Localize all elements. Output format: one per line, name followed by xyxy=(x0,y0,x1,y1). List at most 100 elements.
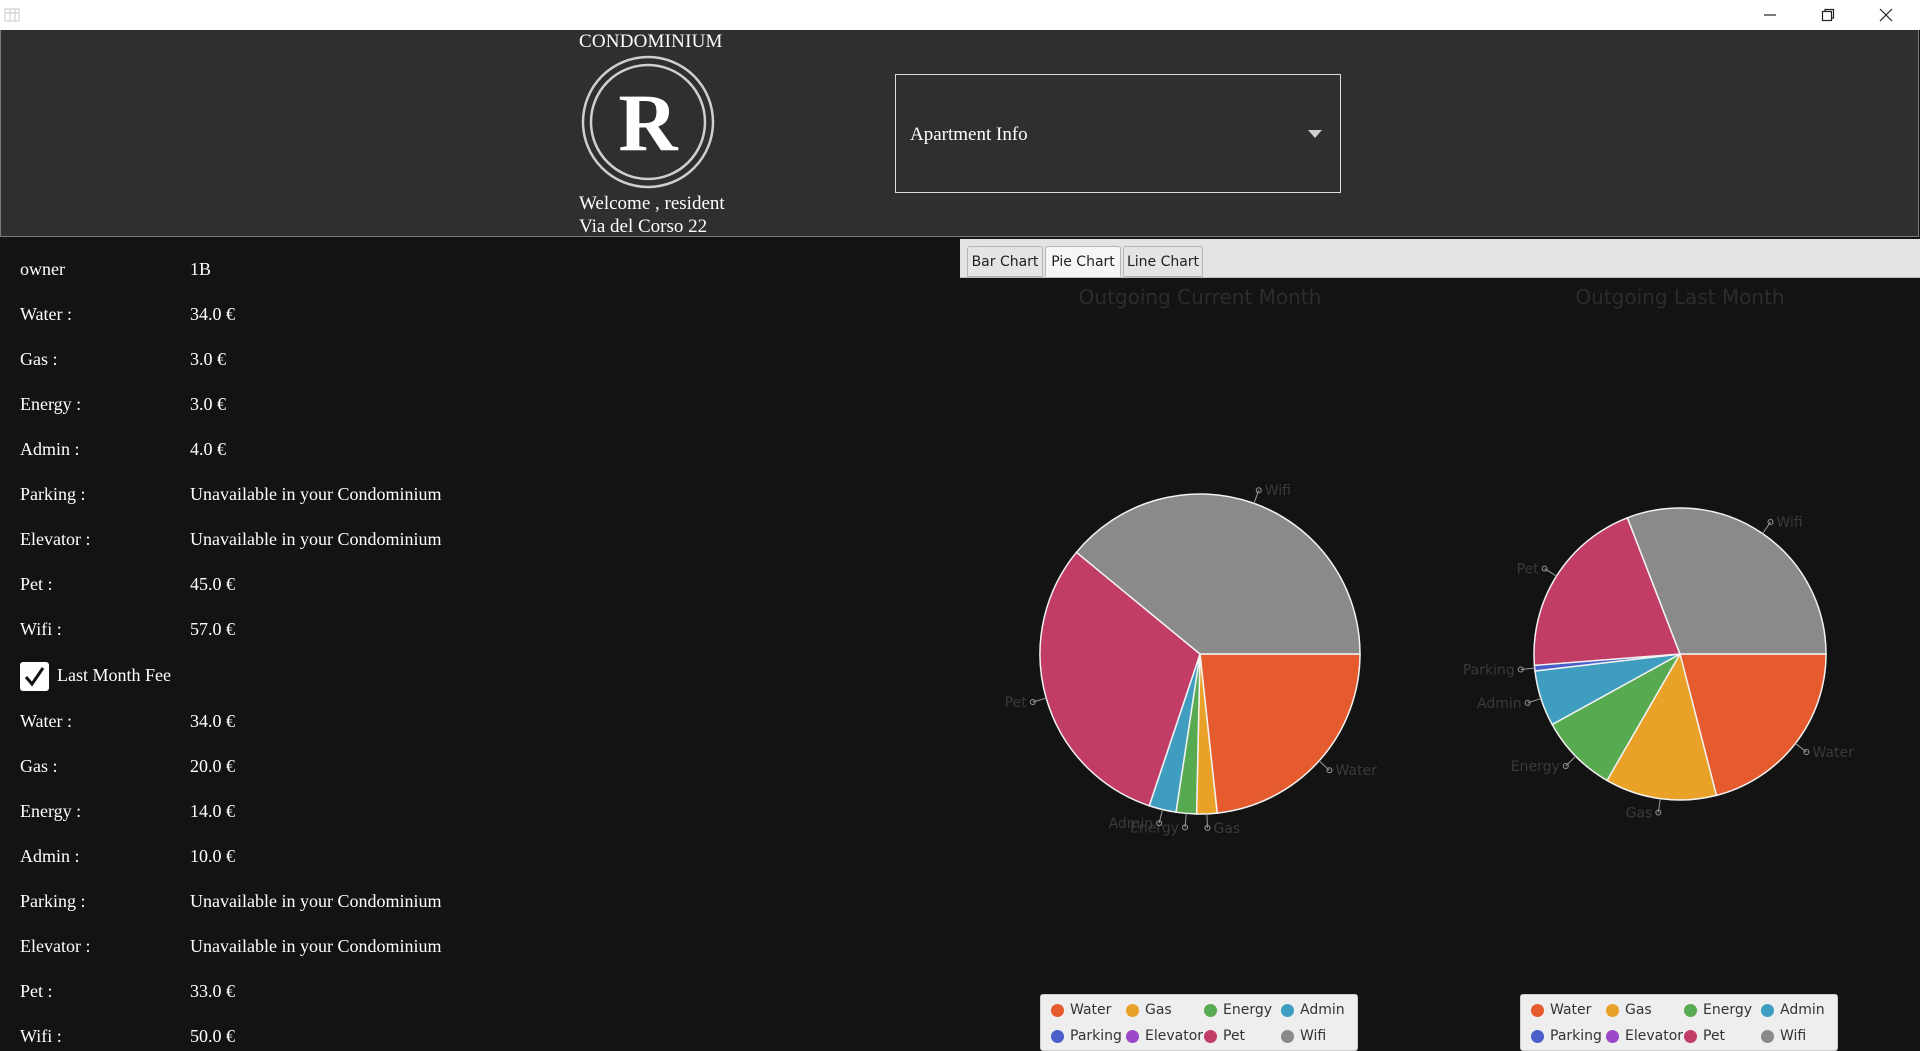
pie-label-dot xyxy=(1255,487,1262,494)
fee-value: Unavailable in your Condominium xyxy=(190,529,442,549)
legend-label: Energy xyxy=(1703,1002,1753,1018)
pie-slice-water xyxy=(1199,653,1361,814)
fee-value: 50.0 € xyxy=(190,1026,235,1046)
fee-label: Wifi : xyxy=(20,619,62,639)
fee-label: Wifi : xyxy=(20,1026,62,1046)
legend-label: Admin xyxy=(1300,1002,1345,1018)
legend-label: Wifi xyxy=(1780,1028,1807,1044)
fee-value: 3.0 € xyxy=(190,394,226,414)
fee-label: Parking : xyxy=(20,891,86,911)
chart-title-last: Outgoing Last Month xyxy=(1575,285,1785,309)
fee-label: Pet : xyxy=(20,574,53,594)
chevron-down-icon xyxy=(1308,130,1322,138)
legend-label: Water xyxy=(1070,1002,1112,1018)
legend-label: Elevator xyxy=(1625,1028,1684,1044)
legend-label: Pet xyxy=(1223,1028,1246,1044)
legend-swatch xyxy=(1684,1029,1697,1043)
pie-label-parking: Parking xyxy=(1463,662,1515,678)
pie-chart-last: Water Gas Energy Admin Parking Pet Wifi xyxy=(1463,507,1854,822)
legend-swatch xyxy=(1761,1003,1774,1017)
pie-label-water: Water xyxy=(1335,763,1377,779)
pie-label-gas: Gas xyxy=(1626,806,1653,822)
minimize-button[interactable] xyxy=(1741,0,1799,30)
fee-value: 3.0 € xyxy=(190,349,226,369)
last-month-fee-checkbox[interactable] xyxy=(20,662,49,691)
legend-swatch xyxy=(1051,1003,1064,1017)
legend-item-wifi: Wifi xyxy=(1281,1026,1326,1046)
fee-label: Parking : xyxy=(20,484,86,504)
legend-label: Gas xyxy=(1145,1002,1172,1018)
fee-value: Unavailable in your Condominium xyxy=(190,484,442,504)
legend-swatch xyxy=(1531,1029,1544,1043)
legend-swatch xyxy=(1204,1003,1217,1017)
fee-value: 33.0 € xyxy=(190,981,235,1001)
legend-label: Wifi xyxy=(1300,1028,1327,1044)
tab-pie-chart[interactable]: Pie Chart xyxy=(1045,246,1121,277)
fee-value: 34.0 € xyxy=(190,304,235,324)
pie-label-pet: Pet xyxy=(1005,695,1028,711)
legend-swatch xyxy=(1761,1029,1774,1043)
fee-label: Pet : xyxy=(20,981,53,1001)
legend-swatch xyxy=(1606,1029,1619,1043)
legend-item-admin: Admin xyxy=(1281,1000,1345,1020)
fee-label: Water : xyxy=(20,711,73,731)
legend-label: Gas xyxy=(1625,1002,1652,1018)
fee-value: 20.0 € xyxy=(190,756,235,776)
legend-item-gas: Gas xyxy=(1126,1000,1172,1020)
restore-button[interactable] xyxy=(1799,0,1857,30)
legend-swatch xyxy=(1126,1003,1139,1017)
legend-item-elevator: Elevator xyxy=(1606,1026,1683,1046)
fee-label: Energy : xyxy=(20,801,82,821)
fee-value: 34.0 € xyxy=(190,711,235,731)
last-month-fee-label: Last Month Fee xyxy=(57,665,171,685)
legend-item-admin: Admin xyxy=(1761,1000,1825,1020)
legend-item-parking: Parking xyxy=(1531,1026,1602,1046)
pie-label-pet: Pet xyxy=(1517,562,1540,578)
close-button[interactable] xyxy=(1857,0,1915,30)
fee-value: 57.0 € xyxy=(190,619,235,639)
pie-label-gas: Gas xyxy=(1213,821,1240,837)
legend-item-parking: Parking xyxy=(1051,1026,1122,1046)
legend-item-gas: Gas xyxy=(1606,1000,1652,1020)
fee-label: owner xyxy=(20,259,65,279)
fee-value: 1B xyxy=(190,259,212,279)
legend-swatch xyxy=(1126,1029,1139,1043)
legend-item-elevator: Elevator xyxy=(1126,1026,1203,1046)
legend-label: Parking xyxy=(1070,1028,1122,1044)
address-text: Via del Corso 22 xyxy=(579,216,708,237)
pie-chart-current: WaterGasEnergyAdminPetWifi xyxy=(1005,483,1377,837)
fee-value: 14.0 € xyxy=(190,801,235,821)
fee-label: Energy : xyxy=(20,394,82,414)
pie-label-wifi: Wifi xyxy=(1776,515,1802,531)
legend-item-pet: Pet xyxy=(1684,1026,1725,1046)
legend-item-wifi: Wifi xyxy=(1761,1026,1806,1046)
fee-label: Gas : xyxy=(20,349,58,369)
fee-value: 4.0 € xyxy=(190,439,226,459)
chart-tabbar: Bar Chart Pie Chart Line Chart xyxy=(960,239,1920,278)
fee-label: Elevator : xyxy=(20,529,91,549)
legend-item-water: Water xyxy=(1051,1000,1111,1020)
checkmark-icon xyxy=(24,667,45,687)
welcome-text: Welcome , resident xyxy=(579,193,725,214)
legend-swatch xyxy=(1204,1029,1217,1043)
dropdown-value: Apartment Info xyxy=(910,124,1028,145)
tab-bar-chart[interactable]: Bar Chart xyxy=(967,246,1043,277)
legend-label: Water xyxy=(1550,1002,1592,1018)
fee-value: 45.0 € xyxy=(190,574,235,594)
window-titlebar xyxy=(0,0,1920,30)
fee-value: Unavailable in your Condominium xyxy=(190,936,442,956)
fee-label: Elevator : xyxy=(20,936,91,956)
legend-swatch xyxy=(1281,1029,1294,1043)
pie-label-admin: Admin xyxy=(1477,696,1522,712)
legend-item-energy: Energy xyxy=(1204,1000,1272,1020)
legend-item-pet: Pet xyxy=(1204,1026,1245,1046)
tab-line-chart[interactable]: Line Chart xyxy=(1123,246,1203,277)
legend-item-energy: Energy xyxy=(1684,1000,1752,1020)
legend-label: Pet xyxy=(1703,1028,1726,1044)
apartment-info-dropdown[interactable]: Apartment Info xyxy=(895,74,1341,193)
legend-label: Parking xyxy=(1550,1028,1602,1044)
pie-label-energy: Energy xyxy=(1511,759,1560,775)
fee-label: Admin : xyxy=(20,846,80,866)
legend-swatch xyxy=(1606,1003,1619,1017)
legend-swatch xyxy=(1281,1003,1294,1017)
